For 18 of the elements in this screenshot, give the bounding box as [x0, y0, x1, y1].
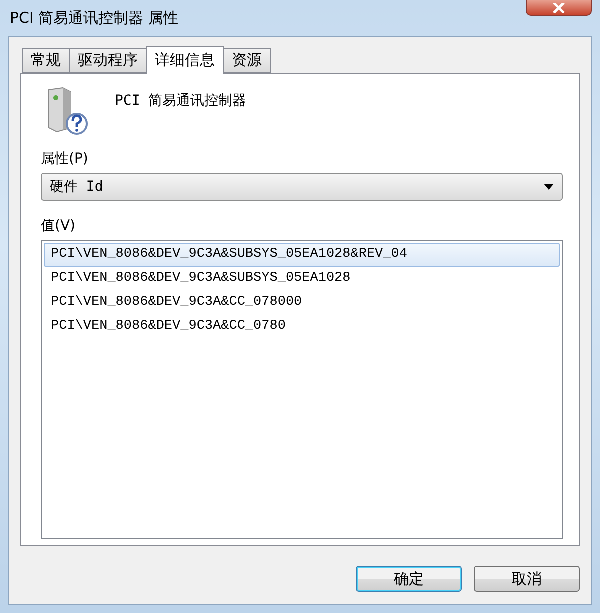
close-button[interactable]: [526, 0, 592, 16]
value-list-item[interactable]: PCI\VEN_8086&DEV_9C3A&SUBSYS_05EA1028: [44, 267, 560, 291]
window-title: PCI 简易通讯控制器 属性: [9, 8, 178, 28]
property-dropdown[interactable]: 硬件 Id: [41, 173, 563, 201]
value-list-item[interactable]: PCI\VEN_8086&DEV_9C3A&CC_0780: [44, 315, 560, 339]
close-icon: [553, 2, 565, 12]
property-label: 属性(P): [41, 150, 90, 168]
tab[interactable]: 详细信息: [146, 46, 224, 74]
device-name: PCI 简易通讯控制器: [115, 92, 247, 110]
value-label: 值(V): [41, 217, 77, 235]
value-list-item[interactable]: PCI\VEN_8086&DEV_9C3A&SUBSYS_05EA1028&REV_04: [44, 243, 560, 267]
dropdown-arrow-icon: [544, 184, 554, 190]
tab[interactable]: 常规: [22, 48, 70, 73]
tab[interactable]: 驱动程序: [69, 48, 147, 73]
tab[interactable]: 资源: [223, 48, 271, 73]
value-list-item[interactable]: PCI\VEN_8086&DEV_9C3A&CC_078000: [44, 291, 560, 315]
cancel-button[interactable]: 取消: [474, 566, 580, 592]
ok-button[interactable]: 确定: [356, 566, 462, 592]
